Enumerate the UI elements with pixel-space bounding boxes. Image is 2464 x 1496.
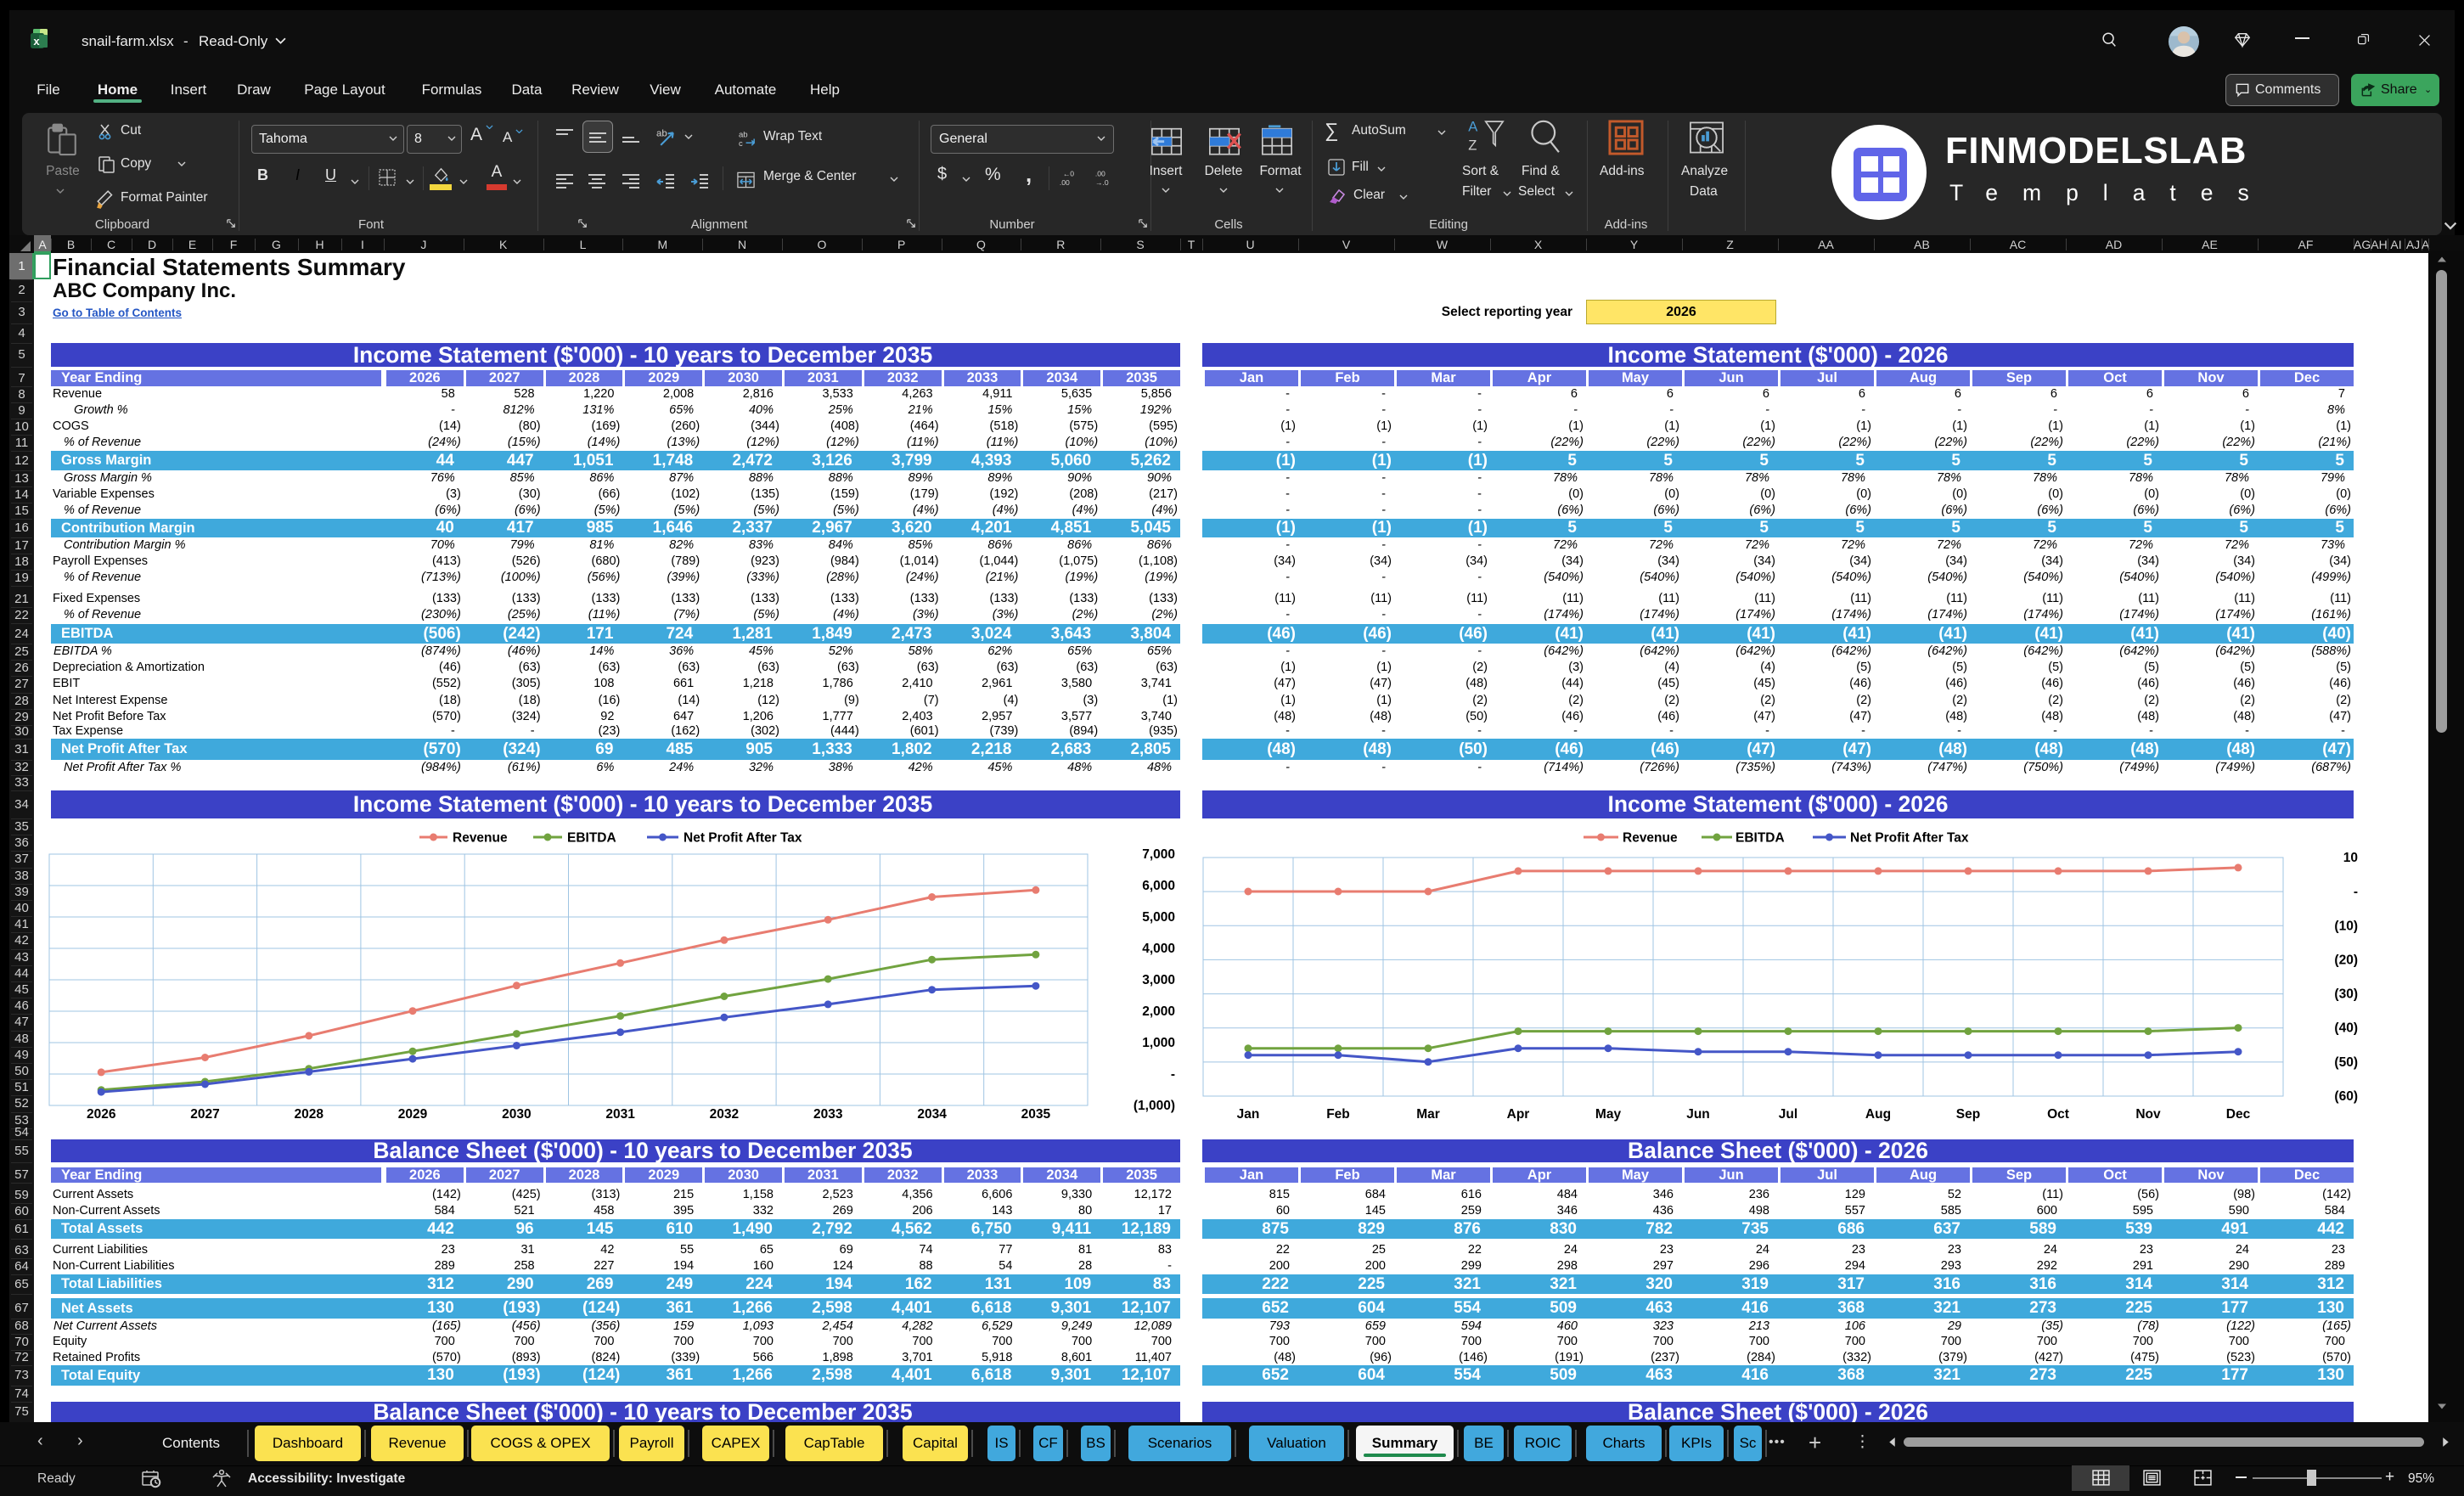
svg-text:Z: Z bbox=[1468, 137, 1477, 153]
svg-text:A: A bbox=[1468, 119, 1478, 135]
svg-text:→.0: →.0 bbox=[1095, 178, 1109, 187]
svg-text:ab: ab bbox=[656, 128, 667, 138]
svg-text:.00: .00 bbox=[1095, 170, 1105, 178]
svg-text:c: c bbox=[739, 139, 743, 149]
svg-text:.00: .00 bbox=[1060, 178, 1070, 187]
svg-text:ab: ab bbox=[739, 131, 748, 140]
svg-text:x: x bbox=[33, 35, 40, 48]
svg-text:←0: ←0 bbox=[1063, 170, 1075, 178]
